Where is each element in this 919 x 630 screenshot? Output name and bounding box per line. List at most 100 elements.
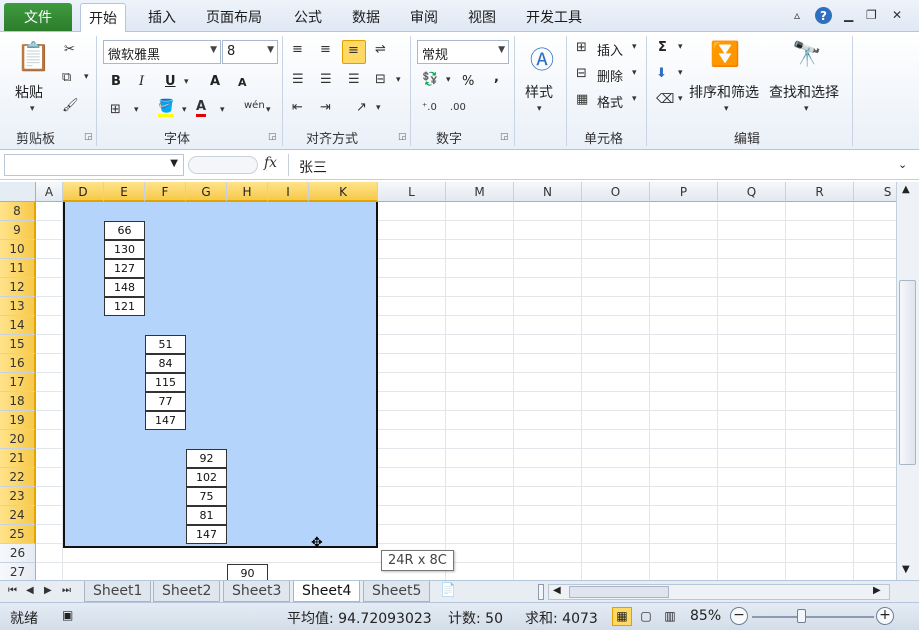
- macro-record-icon[interactable]: ▣: [62, 608, 73, 622]
- insert-cells-button[interactable]: 插入: [597, 40, 623, 59]
- row-header-18[interactable]: 18: [0, 392, 36, 411]
- styles-dropdown-icon[interactable]: ▾: [537, 104, 542, 114]
- accounting-dropdown-icon[interactable]: ▾: [446, 75, 451, 85]
- fill-icon[interactable]: ⬇: [656, 66, 667, 81]
- find-select-dropdown-icon[interactable]: ▾: [804, 104, 809, 114]
- delete-dropdown-icon[interactable]: ▾: [632, 68, 637, 78]
- sheet-tab-4[interactable]: Sheet4: [293, 581, 361, 602]
- horizontal-scrollbar[interactable]: ◀ ▶: [548, 584, 890, 600]
- number-format-combo[interactable]: 常规 ▼: [417, 40, 509, 64]
- phonetic-icon[interactable]: wén: [244, 100, 265, 111]
- row-header-24[interactable]: 24: [0, 506, 36, 525]
- cell-f19[interactable]: 147: [145, 411, 186, 430]
- zoom-slider-thumb[interactable]: [797, 609, 806, 623]
- row-header-19[interactable]: 19: [0, 411, 36, 430]
- column-header-k[interactable]: K: [309, 182, 378, 202]
- tab-data[interactable]: 数据: [352, 7, 380, 27]
- column-header-f[interactable]: F: [145, 182, 186, 202]
- insert-function-icon[interactable]: fx: [264, 155, 277, 171]
- scroll-right-icon[interactable]: ▶: [873, 585, 881, 596]
- cell-h27[interactable]: 90: [227, 564, 268, 580]
- formula-bar-splitter[interactable]: [188, 156, 258, 174]
- horizontal-scroll-thumb[interactable]: [569, 586, 669, 598]
- row-header-20[interactable]: 20: [0, 430, 36, 449]
- zoom-level[interactable]: 85%: [690, 608, 721, 624]
- column-header-m[interactable]: M: [446, 182, 514, 202]
- font-size-combo[interactable]: 8 ▼: [222, 40, 278, 64]
- comma-style-button[interactable]: ,: [494, 70, 499, 85]
- row-header-23[interactable]: 23: [0, 487, 36, 506]
- cell-e9[interactable]: 66: [104, 221, 145, 240]
- cell-g23[interactable]: 75: [186, 487, 227, 506]
- page-layout-view-icon[interactable]: ▢: [636, 607, 656, 626]
- column-header-l[interactable]: L: [378, 182, 446, 202]
- column-header-d[interactable]: D: [63, 182, 104, 202]
- cell-g22[interactable]: 102: [186, 468, 227, 487]
- formula-input[interactable]: 张三: [288, 154, 894, 176]
- vertical-scrollbar[interactable]: ▲ ▼: [896, 182, 919, 580]
- orientation-dropdown-icon[interactable]: ▾: [376, 103, 381, 113]
- sheet-tab-2[interactable]: Sheet2: [153, 581, 221, 602]
- restore-window-icon[interactable]: ❐: [866, 8, 877, 22]
- cell-g21[interactable]: 92: [186, 449, 227, 468]
- column-header-n[interactable]: N: [514, 182, 582, 202]
- tab-home[interactable]: 开始: [80, 3, 126, 33]
- styles-button[interactable]: 样式: [525, 82, 553, 102]
- column-header-a[interactable]: A: [36, 182, 63, 202]
- alignment-launcher-icon[interactable]: ◲: [398, 132, 407, 142]
- tab-split-handle[interactable]: [538, 584, 544, 600]
- orientation-icon[interactable]: ↗: [356, 100, 367, 115]
- zoom-out-icon[interactable]: −: [730, 607, 748, 625]
- paste-button[interactable]: 粘贴: [15, 82, 43, 102]
- column-header-h[interactable]: H: [227, 182, 268, 202]
- cell-f17[interactable]: 115: [145, 373, 186, 392]
- border-dropdown-icon[interactable]: ▾: [134, 105, 139, 115]
- first-sheet-icon[interactable]: ⏮: [8, 585, 17, 596]
- row-header-11[interactable]: 11: [0, 259, 36, 278]
- tab-page-layout[interactable]: 页面布局: [206, 7, 262, 27]
- styles-icon[interactable]: Ⓐ: [530, 40, 554, 75]
- last-sheet-icon[interactable]: ⏭: [62, 585, 71, 596]
- column-header-g[interactable]: G: [186, 182, 227, 202]
- decrease-decimal-icon[interactable]: .00: [450, 102, 466, 113]
- shrink-font-button[interactable]: A: [238, 76, 247, 89]
- sheet-tab-1[interactable]: Sheet1: [84, 581, 152, 602]
- increase-decimal-icon[interactable]: ⁺.0: [422, 102, 437, 113]
- row-header-12[interactable]: 12: [0, 278, 36, 297]
- scroll-up-icon[interactable]: ▲: [902, 184, 910, 195]
- cell-g24[interactable]: 81: [186, 506, 227, 525]
- row-header-10[interactable]: 10: [0, 240, 36, 259]
- row-header-15[interactable]: 15: [0, 335, 36, 354]
- column-header-p[interactable]: P: [650, 182, 718, 202]
- sort-filter-icon[interactable]: ⏬: [710, 40, 740, 68]
- cut-icon[interactable]: ✂: [64, 42, 75, 57]
- column-header-e[interactable]: E: [104, 182, 145, 202]
- row-header-8[interactable]: 8: [0, 202, 36, 221]
- prev-sheet-icon[interactable]: ◀: [26, 585, 34, 596]
- row-header-26[interactable]: 26: [0, 544, 36, 563]
- merge-center-icon[interactable]: ⊟: [375, 72, 386, 87]
- paste-icon[interactable]: 📋: [16, 40, 51, 73]
- decrease-indent-icon[interactable]: ⇤: [292, 100, 303, 115]
- phonetic-dropdown-icon[interactable]: ▾: [266, 105, 271, 115]
- font-color-icon[interactable]: A: [196, 100, 207, 117]
- cell-e11[interactable]: 127: [104, 259, 145, 278]
- border-icon[interactable]: ⊞: [110, 102, 121, 117]
- row-header-16[interactable]: 16: [0, 354, 36, 373]
- fill-dropdown-icon[interactable]: ▾: [678, 68, 683, 78]
- font-name-combo[interactable]: 微软雅黑 ▼: [103, 40, 221, 64]
- copy-icon[interactable]: ⧉: [62, 70, 71, 85]
- row-header-17[interactable]: 17: [0, 373, 36, 392]
- accounting-format-icon[interactable]: 💱: [422, 72, 438, 87]
- merge-dropdown-icon[interactable]: ▾: [396, 75, 401, 85]
- cell-f16[interactable]: 84: [145, 354, 186, 373]
- align-middle-icon[interactable]: ≡: [320, 42, 331, 57]
- column-header-s[interactable]: S: [854, 182, 896, 202]
- percent-style-button[interactable]: %: [462, 74, 474, 89]
- fill-color-dropdown-icon[interactable]: ▾: [182, 105, 187, 115]
- cell-e10[interactable]: 130: [104, 240, 145, 259]
- sheet-tab-3[interactable]: Sheet3: [223, 581, 291, 602]
- sheet-tab-5[interactable]: Sheet5: [363, 581, 431, 602]
- increase-indent-icon[interactable]: ⇥: [320, 100, 331, 115]
- align-left-icon[interactable]: ☰: [292, 72, 304, 87]
